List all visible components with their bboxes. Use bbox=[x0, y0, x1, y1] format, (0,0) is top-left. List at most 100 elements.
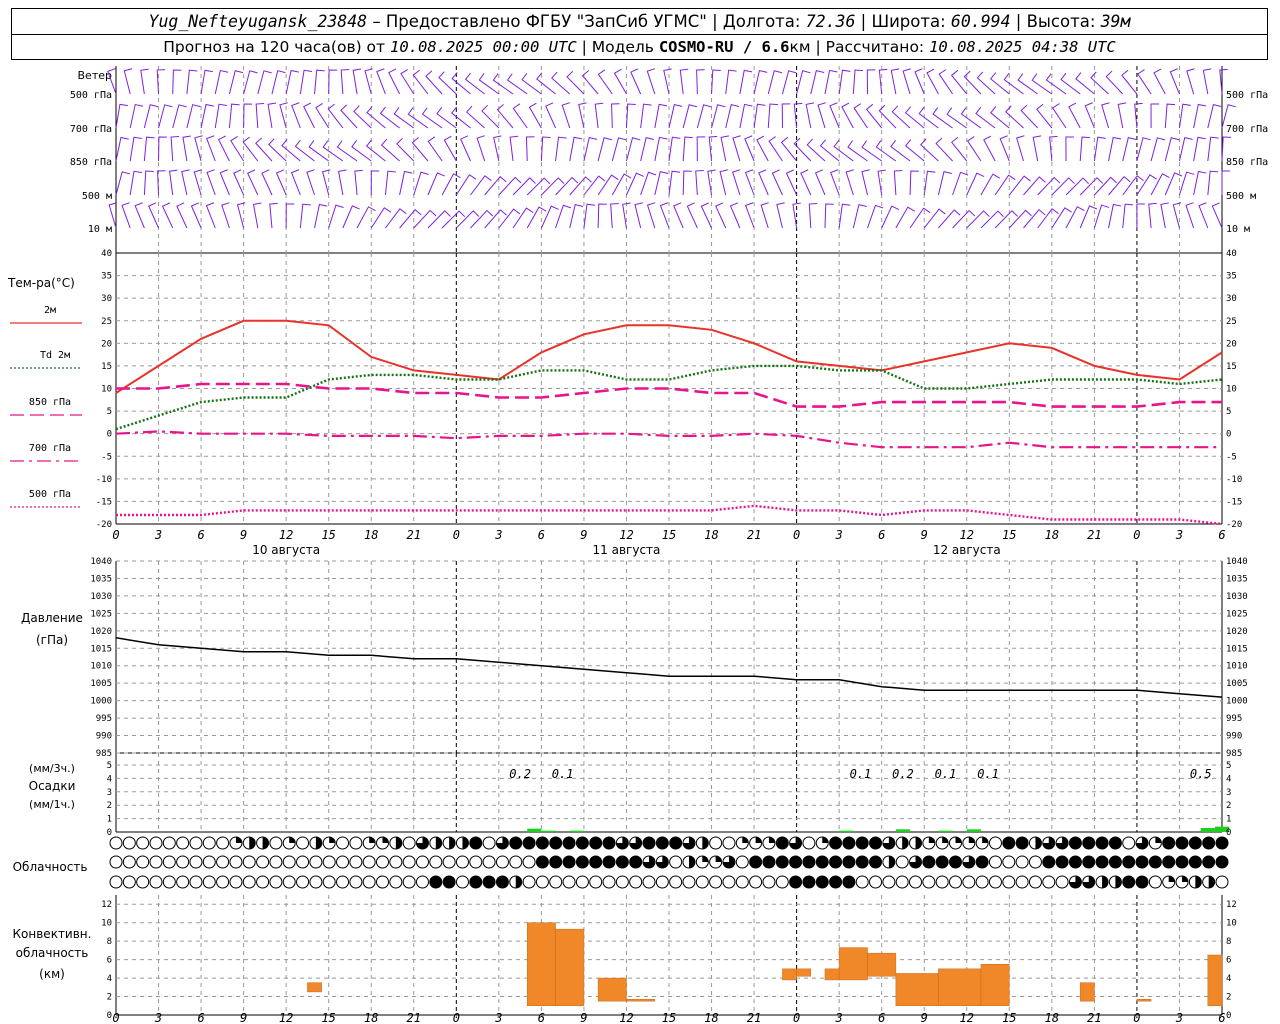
cloud-fill bbox=[1115, 876, 1122, 888]
cloud-symbol bbox=[882, 836, 896, 850]
precip-annotation: 0.1 bbox=[935, 767, 957, 781]
cloud-circle bbox=[389, 875, 403, 889]
cloud-circle bbox=[1175, 836, 1189, 850]
wind-barb bbox=[838, 69, 851, 95]
wind-barb bbox=[581, 70, 599, 95]
cloud-circle bbox=[1148, 855, 1162, 869]
wind-barb bbox=[413, 171, 429, 196]
wind-barb bbox=[1207, 170, 1219, 196]
wind-barb bbox=[1193, 170, 1207, 196]
cloud-circle bbox=[775, 875, 789, 889]
prec-tick-left: 2 bbox=[107, 801, 112, 811]
wind-barb bbox=[206, 169, 216, 196]
wind-barb bbox=[1065, 136, 1074, 162]
cloud-circle bbox=[1162, 836, 1176, 850]
wind-barb bbox=[893, 170, 903, 196]
wind-barb bbox=[190, 202, 202, 229]
cloud-circle bbox=[1148, 875, 1162, 889]
cloud-circle bbox=[522, 875, 536, 889]
cloud-symbol bbox=[695, 836, 709, 850]
cloud-symbol bbox=[349, 855, 363, 869]
wind-barb bbox=[817, 102, 826, 129]
cloud-symbol bbox=[1095, 836, 1109, 850]
cloud-circle bbox=[1135, 875, 1149, 889]
cloud-symbol bbox=[842, 875, 856, 889]
hour-label: 18 bbox=[1045, 528, 1059, 542]
wind-barb bbox=[625, 137, 641, 162]
wind-barb bbox=[830, 169, 840, 196]
wind-label: Ветер bbox=[78, 69, 112, 82]
cloud-symbol bbox=[455, 875, 469, 889]
cloud-circle bbox=[189, 875, 203, 889]
cloud-circle bbox=[815, 855, 829, 869]
wind-barb bbox=[861, 169, 870, 196]
cloud-circle bbox=[216, 836, 230, 850]
wind-barb bbox=[654, 136, 668, 162]
cloud-circle bbox=[362, 855, 376, 869]
cloud-symbol bbox=[242, 875, 256, 889]
cloud-circle bbox=[1215, 875, 1229, 889]
wind-level-label-right: 500 гПа bbox=[1226, 90, 1268, 101]
cloud-symbol bbox=[402, 836, 416, 850]
cloud-symbol bbox=[1188, 836, 1202, 850]
cloud-symbol bbox=[256, 855, 270, 869]
cloud-symbol bbox=[775, 836, 789, 850]
cloud-symbol bbox=[429, 855, 443, 869]
cloud-circle bbox=[216, 875, 230, 889]
cloud-symbol bbox=[1015, 875, 1029, 889]
cloud-symbol bbox=[509, 855, 523, 869]
cloud-symbol bbox=[122, 855, 136, 869]
wind-barb bbox=[340, 104, 358, 129]
cloud-circle bbox=[455, 875, 469, 889]
wind-barb bbox=[1065, 177, 1090, 196]
temp-tick-left: -5 bbox=[101, 452, 112, 462]
pressure-unit-label: (гПа) bbox=[36, 633, 68, 647]
cloud-symbol bbox=[629, 855, 643, 869]
wind-barb bbox=[845, 169, 854, 196]
cloud-symbol bbox=[935, 875, 949, 889]
wind-barb bbox=[926, 68, 939, 95]
cloud-symbol bbox=[802, 875, 816, 889]
cloud-circle bbox=[735, 855, 749, 869]
cloud-symbol bbox=[749, 875, 763, 889]
wind-barb bbox=[427, 172, 445, 196]
cloud-symbol bbox=[176, 836, 190, 850]
wind-barb bbox=[1207, 136, 1219, 162]
cloud-symbol bbox=[669, 836, 683, 850]
temp-tick-right: -5 bbox=[1226, 452, 1237, 462]
pressure-tick-right: 1000 bbox=[1226, 697, 1248, 707]
convective-bar bbox=[1207, 954, 1223, 1007]
cloud-circle bbox=[336, 855, 350, 869]
cloud-symbol bbox=[909, 875, 923, 889]
hour-label-bottom: 0 bbox=[453, 1011, 460, 1024]
wind-barb bbox=[904, 139, 925, 162]
convective-bar bbox=[824, 968, 840, 981]
wind-barb bbox=[646, 68, 656, 95]
prec-unit-3h: (мм/3ч.) bbox=[29, 762, 75, 775]
wind-barb bbox=[597, 69, 613, 95]
wind-barb bbox=[509, 135, 519, 162]
cloud-symbol bbox=[589, 875, 603, 889]
wind-barb bbox=[781, 70, 797, 95]
wind-barb bbox=[654, 171, 669, 196]
hour-label: 12 bbox=[619, 528, 633, 542]
cloud-symbol bbox=[322, 836, 336, 850]
wind-barb bbox=[808, 203, 818, 229]
temp-tick-right: 15 bbox=[1226, 362, 1237, 372]
temp-tick-left: 30 bbox=[101, 294, 112, 304]
temp-tick-right: 25 bbox=[1226, 317, 1237, 327]
wind-barb bbox=[271, 70, 286, 95]
cloud-symbol bbox=[415, 875, 429, 889]
hour-label-bottom: 21 bbox=[407, 1011, 421, 1024]
cloud-circle bbox=[176, 875, 190, 889]
cloud-fill bbox=[1035, 837, 1042, 849]
hour-label-bottom: 15 bbox=[662, 1011, 676, 1024]
wind-barb bbox=[252, 202, 262, 229]
wind-barb bbox=[640, 137, 655, 162]
wind-barb bbox=[999, 135, 1010, 162]
wind-barb bbox=[214, 103, 227, 129]
cloud-symbol bbox=[269, 875, 283, 889]
wind-barb bbox=[267, 102, 277, 129]
cloud-circle bbox=[789, 855, 803, 869]
wind-barb bbox=[824, 69, 838, 95]
